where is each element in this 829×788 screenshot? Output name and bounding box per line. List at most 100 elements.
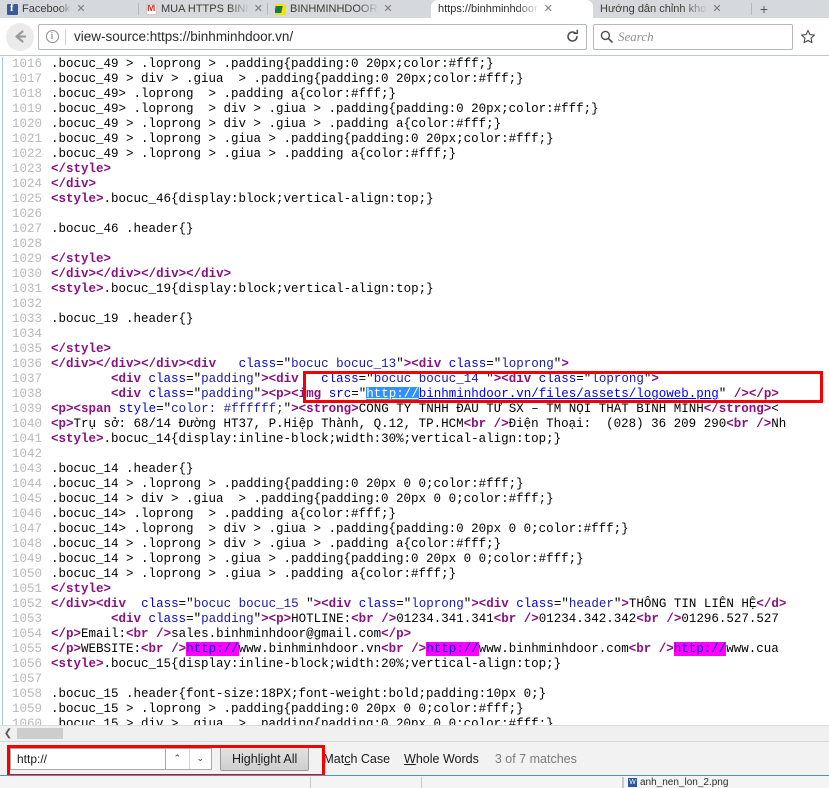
line-number: 1049: [11, 552, 42, 566]
close-icon[interactable]: ✕: [254, 3, 263, 15]
tab-label: Hướng dẫn chỉnh kho: [600, 3, 707, 15]
highlight-all-label: Highlight All: [232, 751, 298, 766]
line-number: 1035: [11, 342, 42, 356]
whole-words-label: Whole Words: [404, 751, 479, 766]
line-number: 1020: [11, 117, 42, 131]
site-identity-button[interactable]: i: [39, 30, 65, 43]
line-number: 1033: [11, 312, 42, 326]
url-text[interactable]: view-source:https://binhminhdoor.vn/: [66, 29, 558, 44]
source-left-rail: [0, 57, 3, 725]
back-button[interactable]: [6, 22, 34, 51]
image-file-icon: W: [628, 777, 637, 787]
line-number: 1060: [11, 717, 42, 725]
view-source-pane[interactable]: 1016 .bocuc_49 > .loprong > .padding{padd…: [0, 57, 829, 725]
source-line: 1033 .bocuc_19 .header{}: [4, 312, 829, 327]
find-toolbar: http:// ⌃ ⌄ Highlight All Match Case Who…: [0, 741, 829, 775]
source-line: 1039 <p><span style="color: #ffffff;"><st…: [4, 402, 829, 417]
source-line: 1056 <style>.bocuc_15{display:inline-bloc…: [4, 657, 829, 672]
source-line: 1031 <style>.bocuc_19{display:block;verti…: [4, 282, 829, 297]
source-line: 1023 </style>: [4, 162, 829, 177]
find-stepper: ⌃ ⌄: [166, 747, 212, 770]
line-number: 1028: [11, 237, 42, 251]
new-tab-button[interactable]: +: [752, 0, 776, 18]
browser-tab-huong-dan[interactable]: Hướng dẫn chỉnh kho ✕: [593, 0, 751, 18]
source-line: 1044 .bocuc_14 > .loprong > .padding{padd…: [4, 477, 829, 492]
source-line: 1043 .bocuc_14 .header{}: [4, 462, 829, 477]
line-number: 1023: [11, 162, 42, 176]
match-case-option[interactable]: Match Case: [323, 752, 390, 766]
source-line: 1017 .bocuc_49 > div > .giua > .padding{p…: [4, 72, 829, 87]
line-number: 1038: [11, 387, 42, 401]
source-line: 1048 .bocuc_14 > .loprong > div > .giua >…: [4, 537, 829, 552]
line-number: 1046: [11, 507, 42, 521]
find-input[interactable]: http://: [10, 747, 166, 770]
search-bar[interactable]: Search: [593, 23, 793, 50]
navigation-toolbar: i view-source:https://binhminhdoor.vn/ S…: [0, 18, 829, 56]
find-match-status: 3 of 7 matches: [494, 751, 577, 766]
taskbar-divider: [623, 776, 624, 788]
close-icon[interactable]: ✕: [712, 3, 721, 15]
source-line: 1040 <p>Trụ sở: 68/14 Đường HT37, P.Hiệp …: [4, 417, 829, 432]
browser-tab-binhminhdoor[interactable]: BINHMINHDOOR ✕: [268, 0, 431, 18]
source-line: 1038 <div class="padding"><p><img src="h…: [4, 387, 829, 402]
source-line: 1046 .bocuc_14> .loprong > .padding a{col…: [4, 507, 829, 522]
find-previous-button[interactable]: ⌃: [166, 749, 189, 769]
source-line: 1025 <style>.bocuc_46{display:block;verti…: [4, 192, 829, 207]
line-number: 1051: [11, 582, 42, 596]
line-number: 1022: [11, 147, 42, 161]
facebook-icon: [7, 3, 18, 15]
back-arrow-icon: [14, 30, 26, 43]
line-number: 1055: [11, 642, 42, 656]
bookmark-button[interactable]: [793, 29, 823, 45]
source-code-listing[interactable]: 1016 .bocuc_49 > .loprong > .padding{padd…: [4, 57, 829, 725]
tab-label: BINHMINHDOOR: [290, 3, 378, 15]
taskbar-divider: [310, 776, 311, 788]
source-line: 1047 .bocuc_14> .loprong > div > .giua > …: [4, 522, 829, 537]
source-line: 1016 .bocuc_49 > .loprong > .padding{padd…: [4, 57, 829, 72]
highlight-all-button[interactable]: Highlight All: [220, 746, 310, 771]
line-number: 1019: [11, 102, 42, 116]
source-line: 1054 </p>Email:<br />sales.binhminhdoor@g…: [4, 627, 829, 642]
source-line: 1021 .bocuc_49 > .loprong > .giua > .padd…: [4, 132, 829, 147]
source-line: 1052 </div><div class="bocuc bocuc_15 "><…: [4, 597, 829, 612]
source-line: 1051 </style>: [4, 582, 829, 597]
source-line: 1059 .bocuc_15 > .loprong > .padding{padd…: [4, 702, 829, 717]
reload-icon: [566, 29, 578, 42]
line-number: 1059: [11, 702, 42, 716]
close-icon[interactable]: ✕: [544, 3, 553, 15]
line-number: 1048: [11, 537, 42, 551]
source-line: 1035 </style>: [4, 342, 829, 357]
line-number: 1042: [11, 447, 42, 461]
find-next-button[interactable]: ⌄: [188, 748, 212, 769]
scrollbar-thumb[interactable]: [17, 728, 63, 739]
source-line: 1018 .bocuc_49> .loprong > .padding a{col…: [4, 87, 829, 102]
source-line: 1019 .bocuc_49> .loprong > div > .giua > …: [4, 102, 829, 117]
source-line: 1026: [4, 207, 829, 222]
source-line: 1020 .bocuc_49 > .loprong > div > .giua >…: [4, 117, 829, 132]
browser-tab-facebook[interactable]: Facebook ✕: [0, 0, 138, 18]
reload-button[interactable]: [558, 29, 586, 44]
search-input[interactable]: Search: [618, 29, 654, 45]
taskbar-item-image-file[interactable]: W anh_nen_lon_2.png: [628, 777, 728, 788]
browser-tab-mua-https-binh[interactable]: MUA HTTPS BINH ✕: [139, 0, 267, 18]
line-number: 1047: [11, 522, 42, 536]
address-bar[interactable]: i view-source:https://binhminhdoor.vn/: [38, 23, 587, 50]
line-number: 1027: [11, 222, 42, 236]
close-icon[interactable]: ✕: [383, 3, 392, 15]
horizontal-scrollbar[interactable]: ❮: [0, 725, 829, 741]
binhminhdoor-icon: [275, 3, 286, 15]
close-icon[interactable]: ✕: [76, 3, 85, 15]
browser-tab-active-view-source[interactable]: https://binhminhdoor ✕: [431, 0, 593, 18]
line-number: 1050: [11, 567, 42, 581]
line-number: 1045: [11, 492, 42, 506]
tab-strip: Facebook ✕ MUA HTTPS BINH ✕ BINHMINHDOOR…: [0, 0, 829, 18]
line-number: 1043: [11, 462, 42, 476]
line-number: 1030: [11, 267, 42, 281]
line-number: 1058: [11, 687, 42, 701]
whole-words-option[interactable]: Whole Words: [404, 752, 479, 766]
source-line: 1022 .bocuc_49 > .loprong > .giua > .padd…: [4, 147, 829, 162]
scroll-left-icon[interactable]: ❮: [0, 726, 16, 742]
line-number: 1054: [11, 627, 42, 641]
tab-label: https://binhminhdoor: [438, 3, 538, 15]
source-line: 1041 <style>.bocuc_14{display:inline-bloc…: [4, 432, 829, 447]
